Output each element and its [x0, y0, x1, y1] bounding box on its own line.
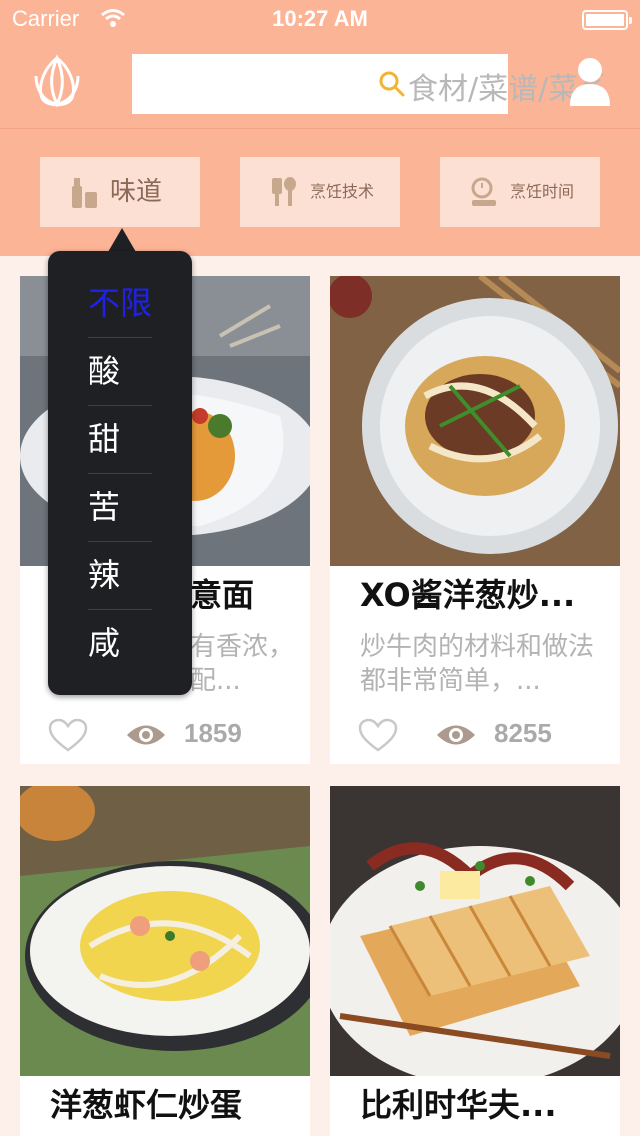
view-count: 8255: [494, 718, 552, 748]
tulip-logo-icon[interactable]: [32, 54, 82, 110]
cooking-utensils-icon: [272, 177, 296, 206]
recipe-photo: [330, 276, 620, 566]
taste-dropdown-menu: 不限 酸 甜 苦 辣 咸: [48, 251, 192, 695]
user-profile-icon[interactable]: [568, 56, 612, 108]
taste-option-any[interactable]: 不限: [88, 269, 152, 337]
heart-icon[interactable]: [358, 718, 398, 752]
status-time: 10:27 AM: [272, 6, 368, 31]
taste-option-salty[interactable]: 咸: [88, 609, 152, 677]
recipe-description: 有香浓，配...: [190, 632, 295, 696]
recipe-title: XO酱洋葱炒...: [360, 576, 576, 614]
filter-technique-label: 烹饪技术: [310, 182, 375, 201]
battery-icon: [582, 10, 632, 30]
taste-option-spicy[interactable]: 辣: [88, 541, 152, 609]
search-input[interactable]: 食材/菜谱/菜系: [132, 54, 608, 114]
nav-bar: 食材/菜谱/菜系: [0, 40, 640, 129]
heart-icon[interactable]: [48, 718, 88, 752]
recipe-photo: [20, 786, 310, 1076]
filter-time-label: 烹饪时间: [510, 182, 575, 201]
recipe-description: 炒牛肉的材料和做法都非常简单，...: [360, 632, 595, 696]
filter-bar: 味道 烹饪技术 烹饪时间: [0, 129, 640, 256]
timer-clock-icon: [471, 177, 496, 206]
eye-icon: [437, 725, 475, 745]
filter-technique-button[interactable]: 烹饪技术: [240, 157, 400, 227]
search-icon: [379, 71, 405, 97]
recipe-card[interactable]: XO酱洋葱炒... 炒牛肉的材料和做法都非常简单，... 8255: [330, 276, 620, 764]
filter-taste-label: 味道: [110, 177, 163, 207]
view-count: 1859: [184, 718, 242, 748]
recipe-title: 意面: [190, 576, 255, 614]
recipe-title: 洋葱虾仁炒蛋: [50, 1086, 243, 1124]
popup-arrow: [108, 228, 136, 252]
taste-option-bitter[interactable]: 苦: [88, 473, 152, 541]
eye-icon: [127, 725, 165, 745]
taste-option-sweet[interactable]: 甜: [88, 405, 152, 473]
status-bar: Carrier 10:27 AM: [0, 0, 640, 40]
filter-taste-button[interactable]: 味道: [40, 157, 200, 227]
recipe-photo: [330, 786, 620, 1076]
recipe-title: 比利时华夫...: [360, 1086, 557, 1124]
filter-time-button[interactable]: 烹饪时间: [440, 157, 600, 227]
recipe-card[interactable]: 洋葱虾仁炒蛋: [20, 786, 310, 1136]
seasoning-bottle-icon: [72, 178, 97, 208]
taste-option-sour[interactable]: 酸: [88, 337, 152, 405]
recipe-card[interactable]: 比利时华夫...: [330, 786, 620, 1136]
